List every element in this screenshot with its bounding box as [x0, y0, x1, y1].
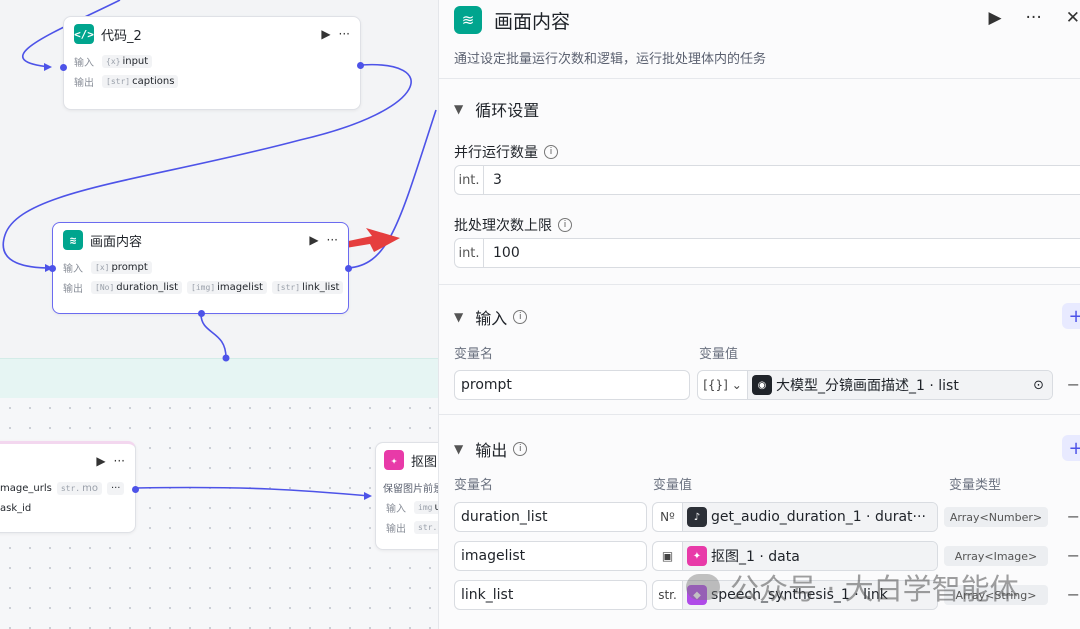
image-icon: ▣	[653, 542, 683, 570]
node-title: 画面内容	[90, 234, 143, 250]
node-output-row: 输出 str.m	[376, 517, 438, 537]
variable-tag: [x] prompt	[91, 260, 152, 274]
node-settings-panel: ≋ 画面内容 ▶ ··· ✕ 通过设定批量运行次数和逻辑，运行批处理体内的任务 …	[438, 0, 1080, 629]
variable-tag: [str] link_list	[271, 280, 344, 294]
info-icon[interactable]: i	[513, 442, 528, 456]
variable-reference[interactable]: ♪ get_audio_duration_1 · durat···	[683, 503, 937, 531]
add-input-button[interactable]: +	[1062, 303, 1080, 329]
add-output-button[interactable]: +	[1062, 435, 1080, 461]
loop-body-port[interactable]	[198, 310, 205, 317]
node-output-row: mage_urls str. mo ···	[0, 478, 135, 498]
col-var-name: 变量名	[454, 347, 494, 362]
llm-icon: ◉	[752, 375, 772, 395]
remove-output-icon[interactable]: −	[1067, 507, 1080, 526]
panel-header: ≋ 画面内容	[454, 6, 570, 34]
batch-limit-input[interactable]: int. 100	[454, 238, 1080, 268]
variable-tag: [No] duration_list	[91, 280, 183, 294]
node-output-row: 输出 [No] duration_list [img] imagelist [str…	[53, 277, 348, 297]
type-badge: Array<Image>	[944, 546, 1048, 566]
node-input-row: 输入 [x] prompt	[53, 257, 348, 277]
node-scene-content[interactable]: ≋ 画面内容 ▶ ··· 输入 [x] prompt 输出 [No] duratio…	[49, 222, 352, 317]
chevron-down-icon[interactable]: ▼	[454, 102, 463, 116]
loop-body-band	[0, 358, 438, 398]
workflow-canvas[interactable]: </> 代码_2 ▶ ··· 输入 {x} input 输出 [str] capti…	[0, 0, 438, 629]
output-var-name-field[interactable]: duration_list	[454, 502, 647, 532]
code-icon: </>	[74, 24, 94, 44]
node-input-row: 输入 imgur	[376, 497, 438, 517]
type-select[interactable]: [{}] ⌄	[698, 371, 748, 399]
divider	[439, 414, 1080, 415]
speech-icon: ◆	[687, 585, 707, 605]
layers-icon: ≋	[63, 230, 83, 250]
info-icon[interactable]: i	[558, 218, 572, 232]
matting-icon: ✦	[384, 450, 404, 470]
divider	[439, 78, 1080, 79]
col-var-type: 变量类型	[949, 478, 1002, 493]
run-icon[interactable]: ▶	[321, 27, 330, 41]
section-output[interactable]: ▼ 输出 i	[454, 437, 528, 461]
variable-reference[interactable]: ◉ 大模型_分镜画面描述_1 · list ⊙	[748, 371, 1052, 399]
node-output-row: 输出 [str] captions	[64, 71, 360, 91]
matting-icon: ✦	[687, 546, 707, 566]
batch-limit-label: 批处理次数上限 i	[454, 215, 572, 235]
divider	[439, 284, 1080, 285]
node-title: 代码_2	[101, 28, 142, 44]
node-title: 抠图	[411, 454, 438, 470]
node-description: 保留图片前景	[383, 483, 438, 495]
close-icon[interactable]: ✕	[1066, 8, 1080, 28]
layers-icon: ≋	[454, 6, 482, 34]
output-var-name-field[interactable]: link_list	[454, 580, 647, 610]
more-tags[interactable]: ···	[106, 481, 125, 495]
output-var-value-field[interactable]: str. ◆ speech_synthesis_1 · link	[652, 580, 938, 610]
section-input[interactable]: ▼ 输入 i	[454, 305, 528, 329]
node-partial-left[interactable]: ▶ ··· mage_urls str. mo ··· ask_id	[0, 441, 139, 533]
remove-output-icon[interactable]: −	[1067, 546, 1080, 565]
output-port[interactable]	[357, 62, 364, 69]
output-var-value-field[interactable]: Nº ♪ get_audio_duration_1 · durat···	[652, 502, 938, 532]
panel-actions: ▶ ··· ✕	[964, 8, 1080, 28]
node-code-2[interactable]: </> 代码_2 ▶ ··· 输入 {x} input 输出 [str] capti…	[60, 16, 364, 110]
variable-reference[interactable]: ◆ speech_synthesis_1 · link	[683, 581, 937, 609]
input-var-name-field[interactable]: prompt	[454, 370, 690, 400]
type-badge: Array<Number>	[944, 507, 1048, 527]
section-loop-settings[interactable]: ▼ 循环设置	[454, 97, 539, 121]
col-var-name: 变量名	[454, 478, 494, 493]
col-var-value: 变量值	[699, 347, 739, 362]
variable-tag: [img] imagelist	[187, 280, 267, 294]
node-input-row: 输入 {x} input	[64, 51, 360, 71]
output-var-name-field[interactable]: imagelist	[454, 541, 647, 571]
remove-input-icon[interactable]: −	[1067, 375, 1080, 394]
chevron-down-icon[interactable]: ▼	[454, 442, 463, 456]
output-var-value-field[interactable]: ▣ ✦ 抠图_1 · data	[652, 541, 938, 571]
run-icon[interactable]: ▶	[988, 8, 1001, 28]
audio-icon: ♪	[687, 507, 707, 527]
variable-tag: [str] captions	[102, 74, 179, 88]
node-output-row: ask_id	[0, 502, 32, 514]
input-port[interactable]	[60, 64, 67, 71]
run-icon[interactable]: ▶	[96, 454, 105, 468]
info-icon[interactable]: i	[544, 145, 558, 159]
more-icon[interactable]: ···	[1026, 8, 1042, 28]
parallel-count-input[interactable]: int. 3	[454, 165, 1080, 195]
parallel-count-label: 并行运行数量 i	[454, 142, 558, 162]
output-port[interactable]	[345, 265, 352, 272]
more-icon[interactable]: ···	[339, 27, 350, 41]
type-badge: Array<String>	[944, 585, 1048, 605]
remove-output-icon[interactable]: −	[1067, 585, 1080, 604]
panel-description: 通过设定批量运行次数和逻辑，运行批处理体内的任务	[454, 52, 767, 67]
chevron-down-icon[interactable]: ▼	[454, 310, 463, 324]
info-icon[interactable]: i	[513, 310, 528, 324]
run-icon[interactable]: ▶	[309, 233, 318, 247]
input-port[interactable]	[49, 265, 56, 272]
variable-tag: {x} input	[102, 54, 153, 68]
variable-reference[interactable]: ✦ 抠图_1 · data	[683, 542, 937, 570]
more-icon[interactable]: ···	[114, 454, 125, 468]
more-icon[interactable]: ···	[327, 233, 338, 247]
panel-title[interactable]: 画面内容	[494, 7, 570, 34]
input-var-value-field[interactable]: [{}] ⌄ ◉ 大模型_分镜画面描述_1 · list ⊙	[697, 370, 1053, 400]
output-port[interactable]	[132, 486, 139, 493]
col-var-value: 变量值	[653, 478, 693, 493]
target-icon[interactable]: ⊙	[1033, 378, 1044, 393]
node-matting[interactable]: ✦ 抠图 保留图片前景 输入 imgur 输出 str.m	[375, 442, 438, 550]
